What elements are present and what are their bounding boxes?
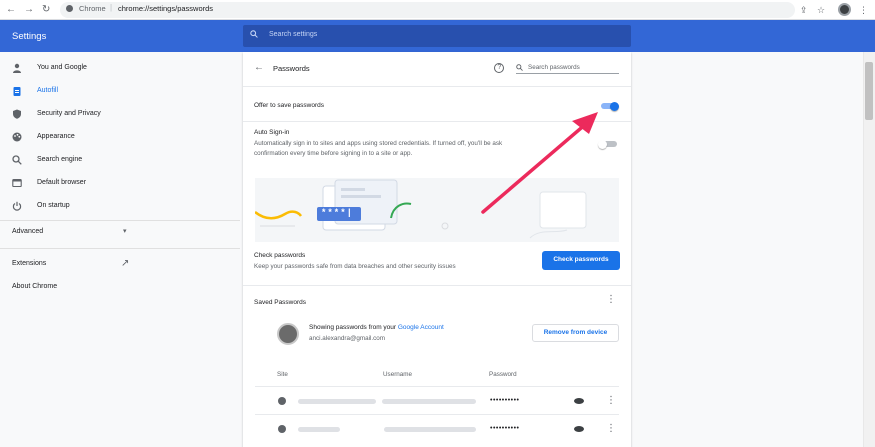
divider	[243, 86, 631, 87]
profile-avatar[interactable]	[838, 3, 851, 16]
search-passwords-input[interactable]: Search passwords	[528, 64, 580, 71]
illustration-password-text: ****|	[321, 208, 354, 218]
sidebar-divider	[0, 248, 240, 249]
divider	[255, 386, 619, 387]
sidebar-item-label: Default browser	[37, 179, 87, 186]
palette-icon	[12, 132, 22, 142]
check-passwords-description: Keep your passwords safe from data breac…	[254, 263, 456, 270]
sidebar-item-extensions[interactable]: Extensions	[12, 260, 46, 267]
sidebar-item-on-startup[interactable]: On startup	[0, 195, 240, 217]
sidebar-divider	[0, 220, 240, 221]
sidebar-item-label: You and Google	[37, 64, 87, 71]
chrome-icon	[66, 5, 73, 12]
forward-button[interactable]: →	[24, 3, 34, 17]
shield-icon	[13, 109, 21, 119]
browser-menu-icon[interactable]: ⋮	[859, 3, 868, 17]
omnibox-separator: |	[110, 3, 113, 12]
sidebar-item-search-engine[interactable]: Search engine	[0, 149, 240, 171]
sidebar-item-label: On startup	[37, 202, 70, 209]
person-icon	[13, 63, 21, 73]
sidebar-item-appearance[interactable]: Appearance	[0, 126, 240, 148]
search-icon	[12, 155, 22, 165]
divider	[243, 121, 631, 122]
check-passwords-button[interactable]: Check passwords	[542, 251, 620, 270]
google-account-link[interactable]: Google Account	[398, 324, 444, 331]
sidebar-item-default-browser[interactable]: Default browser	[0, 172, 240, 194]
sidebar-item-label: Search engine	[37, 156, 83, 163]
power-icon	[12, 201, 22, 211]
remove-from-device-button[interactable]: Remove from device	[532, 324, 619, 342]
offer-to-save-label: Offer to save passwords	[254, 102, 324, 109]
auto-sign-in-label: Auto Sign-in	[254, 129, 290, 136]
auto-sign-in-description: Automatically sign in to sites and apps …	[254, 140, 503, 147]
saved-passwords-title: Saved Passwords	[254, 299, 307, 306]
passwords-card	[243, 52, 631, 447]
password-masked: ••••••••••	[490, 397, 520, 404]
browser-icon	[12, 178, 22, 188]
help-icon-glyph: ?	[497, 64, 502, 71]
sidebar-item-label: Appearance	[37, 133, 75, 140]
chevron-down-icon[interactable]: ▾	[123, 227, 127, 235]
reload-button[interactable]: ↻	[42, 3, 50, 17]
account-avatar	[277, 323, 299, 345]
column-header-password: Password	[489, 371, 517, 378]
eye-icon[interactable]	[574, 398, 584, 404]
eye-icon[interactable]	[574, 426, 584, 432]
sidebar-advanced[interactable]: Advanced	[12, 228, 43, 235]
username-redacted	[384, 427, 476, 432]
bookmark-star-icon[interactable]: ☆	[817, 3, 825, 17]
row-more-icon[interactable]: ⋮	[606, 396, 616, 406]
sidebar-item-label: Security and Privacy	[37, 110, 101, 117]
site-globe-icon	[278, 425, 286, 433]
passwords-title: Passwords	[273, 64, 310, 73]
omnibox-scheme: Chrome	[79, 4, 106, 13]
divider	[255, 414, 619, 415]
site-globe-icon	[278, 397, 286, 405]
auto-sign-in-toggle-knob[interactable]	[598, 139, 607, 149]
search-icon	[516, 64, 523, 71]
sidebar-item-about-chrome[interactable]: About Chrome	[12, 283, 57, 290]
check-passwords-illustration: ****|	[255, 178, 619, 242]
site-url-redacted	[298, 399, 376, 404]
clipboard-icon	[13, 87, 21, 96]
omnibox-url[interactable]: chrome://settings/passwords	[118, 4, 213, 13]
column-header-site: Site	[277, 371, 288, 378]
auto-sign-in-description: confirmation every time before signing i…	[254, 150, 413, 157]
back-button[interactable]: ←	[6, 3, 16, 17]
account-email: anci.alexandra@gmail.com	[309, 335, 386, 342]
help-icon[interactable]: ?	[494, 63, 504, 73]
share-icon[interactable]: ⇪	[800, 3, 808, 17]
check-passwords-label: Check passwords	[254, 252, 306, 259]
sidebar-item-security-and-privacy[interactable]: Security and Privacy	[0, 103, 240, 125]
divider	[243, 285, 631, 286]
scrollbar-thumb[interactable]	[865, 62, 873, 120]
row-more-icon[interactable]: ⋮	[606, 424, 616, 434]
password-masked: ••••••••••	[490, 425, 520, 432]
saved-passwords-more-icon[interactable]: ⋮	[606, 295, 616, 305]
external-link-icon[interactable]: ↗	[121, 258, 129, 269]
illustration-graphic	[255, 179, 587, 239]
page-title: Settings	[12, 31, 47, 42]
offer-to-save-toggle-knob[interactable]	[610, 101, 619, 111]
site-url-redacted	[298, 427, 340, 432]
sidebar-item-autofill[interactable]: Autofill	[0, 80, 240, 102]
back-arrow-icon[interactable]: ←	[254, 62, 264, 73]
settings-search-placeholder: Search settings	[269, 31, 318, 38]
search-icon	[250, 30, 258, 38]
sidebar-item-you-and-google[interactable]: You and Google	[0, 57, 240, 79]
search-underline	[516, 73, 619, 74]
column-header-username: Username	[383, 371, 413, 378]
sidebar-item-label: Autofill	[37, 87, 59, 94]
account-line-prefix: Showing passwords from your	[309, 324, 398, 331]
username-redacted	[382, 399, 476, 404]
account-line: Showing passwords from your Google Accou…	[309, 324, 444, 331]
